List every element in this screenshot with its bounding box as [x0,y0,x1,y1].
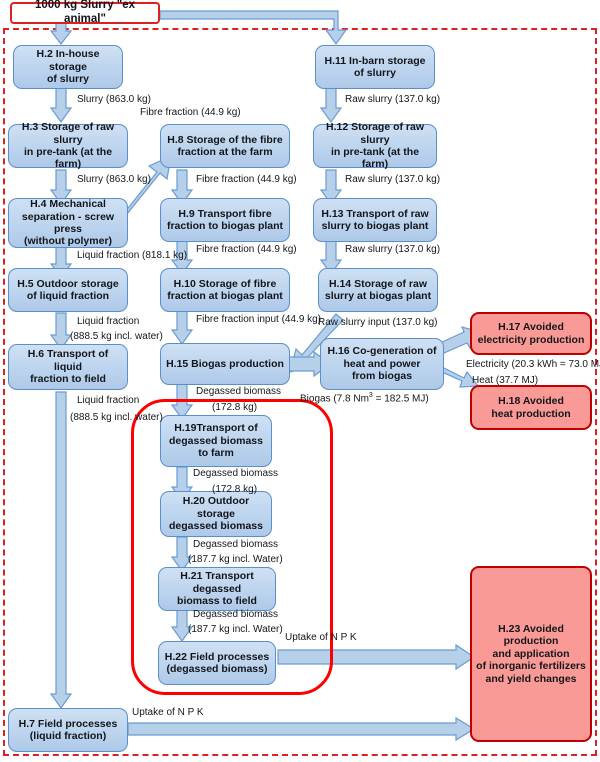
label-h19-h20-line2: (172.8 kg) [212,484,258,495]
label-h8-h9: Fibre fraction (44.9 kg) [196,174,297,185]
node-h16: H.16 Co-generation of heat and power fro… [320,338,444,390]
node-h6: H.6 Transport of liquid fraction to fiel… [8,344,128,390]
node-h21: H.21 Transport degassed biomass to field [158,567,276,611]
label-h9-h10: Fibre fraction (44.9 kg) [196,244,297,255]
node-h17: H.17 Avoided electricity production [470,312,592,355]
label-text: Biogas (7.8 Nm [300,393,369,405]
arrow-h2-to-h3 [49,87,76,124]
label-h6-h7-line1: Liquid fraction [77,395,140,406]
node-label: 1000 kg Slurry "ex animal" [34,0,136,25]
node-label: H.17 Avoided electricity production [477,321,585,346]
node-h20: H.20 Outdoor storage degassed biomass [160,491,272,537]
label-h20-h21-line1: Degassed biomass [193,539,279,550]
node-h15: H.15 Biogas production [160,343,290,385]
node-label: H.20 Outdoor storage degassed biomass [169,495,263,533]
label-h10-h15: Fibre fraction input (44.9 kg) [196,314,322,325]
node-h19: H.19Transport of degassed biomass to far… [160,415,272,467]
node-label: H.6 Transport of liquid fraction to fiel… [27,348,109,386]
arrow-h11-to-h12 [319,87,346,124]
node-label: H.14 Storage of raw slurry at biogas pla… [324,277,432,302]
arrow-h7-to-h23 [127,716,476,742]
node-label: H.8 Storage of the fibre fraction at the… [167,133,283,158]
node-label: H.13 Transport of raw slurry to biogas p… [321,207,429,232]
node-label: H.11 In-barn storage of slurry [324,54,426,79]
label-text-tail: = 182.5 MJ) [372,393,429,405]
flow-diagram: 1000 kg Slurry "ex animal" H.2 In-house … [0,0,600,762]
node-label: H.16 Co-generation of heat and power fro… [327,345,437,383]
label-h2-h3: Slurry (863.0 kg) [77,94,151,105]
node-h8: H.8 Storage of the fibre fraction at the… [160,124,290,168]
label-h21-h22-line2: (187.7 kg incl. Water) [188,624,283,635]
label-h11-h12: Raw slurry (137.0 kg) [345,94,441,105]
node-label: H.3 Storage of raw slurry in pre-tank (a… [21,121,115,171]
node-label: H.9 Transport fibre fraction to biogas p… [166,207,284,232]
label-h14-h15: Raw slurry input (137.0 kg) [318,317,438,328]
node-label: H.21 Transport degassed biomass to field [177,570,257,608]
label-h16-h17: Electricity (20.3 kWh = 73.0 MJ) [466,359,600,370]
node-label: H.7 Field processes (liquid fraction) [18,717,118,742]
label-h12-h13: Raw slurry (137.0 kg) [345,174,441,185]
node-h18: H.18 Avoided heat production [470,385,592,430]
node-label: H.23 Avoided production and application … [476,623,586,685]
label-h5-h6-line1: Liquid fraction [77,316,140,327]
node-functional-unit: 1000 kg Slurry "ex animal" [10,0,160,25]
node-label: H.2 In-house storage of slurry [36,48,100,86]
node-h22: H.22 Field processes (degassed biomass) [158,641,276,685]
label-h4-h5: Liquid fraction (818.1 kg) [77,250,188,261]
node-label: H.4 Mechanical separation - screw press … [21,198,115,248]
node-h14: H.14 Storage of raw slurry at biogas pla… [318,268,438,312]
node-h7: H.7 Field processes (liquid fraction) [8,708,128,752]
label-h6-h7-line2: (888.5 kg incl. water) [70,412,163,423]
label-h15-h19-line1: Degassed biomass [196,386,282,397]
node-h4: H.4 Mechanical separation - screw press … [8,198,128,248]
label-h22-h23: Uptake of N P K [285,632,357,643]
node-h11: H.11 In-barn storage of slurry [315,45,435,89]
node-h10: H.10 Storage of fibre fraction at biogas… [160,268,290,312]
label-h19-h20-line1: Degassed biomass [193,468,279,479]
label-h7-h23: Uptake of N P K [132,707,204,718]
node-label: H.12 Storage of raw slurry in pre-tank (… [325,121,425,171]
label-h3-h4: Slurry (863.0 kg) [77,174,151,185]
arrow-fu-to-h11 [159,6,370,48]
label-h5-h6-line2: (888.5 kg incl. water) [70,331,163,342]
node-label: H.5 Outdoor storage of liquid fraction [17,277,119,302]
node-h5: H.5 Outdoor storage of liquid fraction [8,268,128,312]
node-h2: H.2 In-house storage of slurry [13,45,123,89]
node-label: H.22 Field processes (degassed biomass) [164,650,270,675]
arrow-h6-to-h7 [49,391,76,710]
node-h23: H.23 Avoided production and application … [470,566,592,742]
node-label: H.10 Storage of fibre fraction at biogas… [167,277,283,302]
node-label: H.19Transport of degassed biomass to far… [169,422,263,460]
node-h3: H.3 Storage of raw slurry in pre-tank (a… [8,121,128,171]
node-label: H.18 Avoided heat production [491,395,571,420]
label-h21-h22-line1: Degassed biomass [193,609,279,620]
label-h16-h18: Heat (37.7 MJ) [472,375,539,386]
label-h13-h14: Raw slurry (137.0 kg) [345,244,441,255]
label-h4-h8: Fibre fraction (44.9 kg) [140,107,241,118]
node-h12: H.12 Storage of raw slurry in pre-tank (… [313,121,437,171]
label-h15-h19-line2: (172.8 kg) [212,402,258,413]
node-h13: H.13 Transport of raw slurry to biogas p… [313,198,437,242]
label-h15-h16: Biogas (7.8 Nm3 = 182.5 MJ) [300,392,429,405]
node-h9: H.9 Transport fibre fraction to biogas p… [160,198,290,242]
arrow-h10-to-h15 [170,309,197,346]
node-label: H.15 Biogas production [166,357,284,370]
label-h20-h21-line2: (187.7 kg incl. Water) [188,554,283,565]
